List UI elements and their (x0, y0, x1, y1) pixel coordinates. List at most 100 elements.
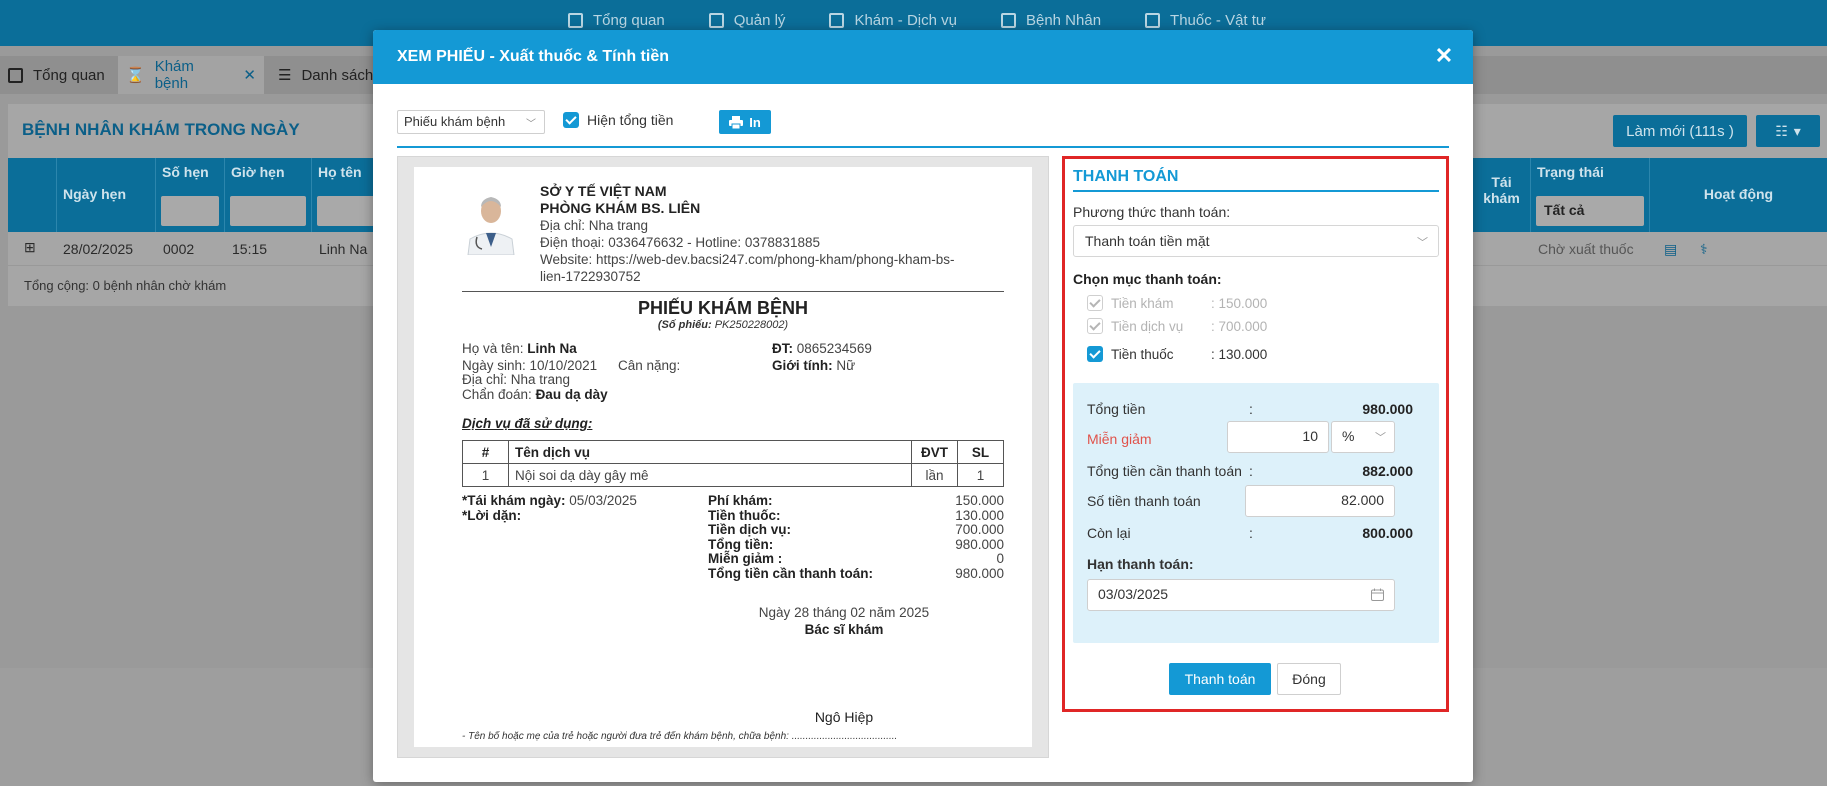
sum-value-payable: 980.000 (955, 566, 1004, 581)
colon: : (1249, 401, 1253, 417)
patient-diagnosis: Chẩn đoán: Đau dạ dày (462, 387, 608, 402)
gio-hen-filter[interactable] (230, 196, 306, 226)
cell-unit: lần (911, 463, 958, 487)
payment-method-select[interactable]: Thanh toán tiền mặt ﹀ (1073, 225, 1439, 257)
checkbox-icon (563, 112, 579, 128)
so-hen-filter[interactable] (161, 196, 219, 226)
nav-item-exam-service[interactable]: Khám - Dịch vụ (829, 12, 957, 29)
sum-label-exam-fee: Phí khám: (708, 493, 773, 508)
value: Nữ (836, 358, 856, 373)
option-label: Tiền thuốc (1111, 346, 1174, 362)
show-total-checkbox[interactable]: Hiện tổng tiền (563, 112, 673, 128)
document-type-select[interactable]: Phiếu khám bệnh ﹀ (397, 110, 545, 134)
column-toggle-button[interactable]: ☷ ▾ (1756, 115, 1820, 147)
document-icon[interactable]: ▤ (1664, 241, 1677, 258)
total-value: 980.000 (1362, 401, 1413, 417)
patient-phone: ĐT: 0865234569 (772, 341, 872, 356)
receipt-preview: SỞ Y TẾ VIỆT NAM PHÒNG KHÁM BS. LIÊN Địa… (397, 156, 1049, 758)
table-row: 1 Nội soi dạ dày gây mê lần 1 (462, 463, 1004, 487)
sum-value-total: 980.000 (955, 537, 1004, 552)
nav-item-management[interactable]: Quản lý (708, 12, 785, 29)
nav-item-patients[interactable]: Bệnh Nhân (1000, 12, 1102, 29)
patient-name: Họ và tên: Linh Na (462, 341, 577, 356)
ho-ten-filter[interactable] (317, 196, 376, 226)
nav-label: Tổng quan (593, 12, 665, 29)
close-tab-icon[interactable]: ✕ (243, 66, 256, 84)
column-label: Số hẹn (162, 164, 209, 180)
cell-ngay-hen: 28/02/2025 (63, 241, 134, 257)
column-gio-hen[interactable]: Giờ hẹn (225, 158, 312, 232)
option-label: Tiền khám (1111, 295, 1174, 311)
stethoscope-icon[interactable]: ⚕ (1700, 241, 1708, 258)
list-icon: ☰ (278, 67, 292, 84)
option-medicine-fee[interactable]: Tiền thuốc : 130.000 (1087, 346, 1267, 362)
option-amount: : 700.000 (1211, 318, 1268, 334)
chevron-down-icon: ﹀ (1417, 237, 1428, 249)
discount-unit-select[interactable]: % ﹀ (1331, 421, 1395, 453)
patient-weight: Cân nặng: (618, 358, 681, 373)
column-tai-kham[interactable]: Tái khám (1473, 158, 1531, 232)
status-filter[interactable]: Tất cả (1536, 196, 1644, 226)
pay-button[interactable]: Thanh toán (1169, 663, 1271, 695)
tab-exam[interactable]: ⌛ Khám bệnh ✕ (118, 56, 264, 94)
cell-ho-ten: Linh Na (319, 241, 368, 257)
recheck-date: *Tái khám ngày: 05/03/2025 (462, 493, 637, 508)
tab-list[interactable]: ☰ Danh sách (270, 56, 381, 94)
label: Họ và tên: (462, 341, 528, 356)
show-total-label: Hiện tổng tiền (587, 112, 674, 128)
close-button[interactable]: Đóng (1277, 663, 1341, 695)
option-amount: : 130.000 (1211, 346, 1268, 362)
column-hoat-dong: Hoạt động (1703, 186, 1774, 202)
nav-item-overview[interactable]: Tổng quan (568, 12, 665, 29)
payment-method-value: Thanh toán tiền mặt (1085, 233, 1210, 249)
patient-dob: Ngày sinh: 10/10/2021 (462, 358, 598, 373)
nav-label: Khám - Dịch vụ (854, 12, 957, 29)
sum-value-medicine: 130.000 (955, 508, 1004, 523)
users-icon (708, 13, 724, 28)
tab-overview[interactable]: Tổng quan (0, 56, 113, 94)
column-trang-thai[interactable]: Trạng thái Tất cả (1531, 158, 1650, 232)
guardian-footnote: - Tên bố hoặc mẹ của trẻ hoặc người đưa … (462, 731, 898, 742)
column-ho-ten[interactable]: Họ tên (312, 158, 382, 232)
sum-value-service: 700.000 (955, 522, 1004, 537)
sum-value-discount: 0 (996, 551, 1004, 566)
clinic-phone: Điện thoại: 0336476632 - Hotline: 037883… (540, 235, 820, 250)
checkbox-icon[interactable] (1087, 346, 1103, 362)
nav-label: Bệnh Nhân (1025, 12, 1102, 29)
cell-so-hen: 0002 (163, 241, 195, 257)
payment-items-label: Chọn mục thanh toán: (1073, 271, 1222, 287)
services-title: Dịch vụ đã sử dụng: (462, 416, 593, 431)
paid-amount-input[interactable]: 82.000 (1245, 485, 1395, 517)
paid-amount-label: Số tiền thanh toán (1087, 493, 1201, 509)
close-icon[interactable]: ✕ (1433, 45, 1455, 68)
expand-row-icon[interactable]: ⊞ (24, 239, 36, 256)
doctor-icon (829, 13, 845, 28)
tab-label: Khám bệnh (154, 58, 194, 92)
sign-role: Bác sĩ khám (804, 622, 884, 637)
sum-label-service: Tiền dịch vụ: (708, 522, 792, 537)
print-button[interactable]: In (719, 110, 771, 134)
column-so-hen[interactable]: Số hẹn (156, 158, 225, 232)
due-date-input[interactable]: 03/03/2025 (1087, 579, 1395, 611)
sign-date: Ngày 28 tháng 02 năm 2025 (758, 605, 930, 620)
chevron-down-icon: ﹀ (526, 119, 536, 130)
column-ngay-hen[interactable]: Ngày hẹn (57, 158, 156, 232)
doctor-photo (460, 187, 522, 255)
calendar-icon[interactable] (1371, 588, 1384, 601)
column-label: Trạng thái (1537, 164, 1604, 180)
cell-trang-thai: Chờ xuất thuốc (1538, 241, 1634, 257)
tab-label: Tổng quan (33, 66, 105, 84)
nav-label: Thuốc - Vật tư (1170, 12, 1266, 29)
list-icon: ☷ (1775, 122, 1788, 139)
print-label: In (749, 114, 761, 130)
patient-gender: Giới tính: Nữ (772, 358, 855, 373)
discount-input[interactable]: 10 (1227, 421, 1329, 453)
col-qty: SL (957, 440, 1004, 464)
sum-label-payable: Tổng tiền cần thanh toán: (708, 566, 873, 581)
org-name: SỞ Y TẾ VIỆT NAM (540, 183, 667, 199)
list-total: Tổng cộng: 0 bệnh nhân chờ khám (24, 278, 227, 293)
nav-item-medicine[interactable]: Thuốc - Vật tư (1145, 12, 1266, 29)
discount-label: Miễn giảm (1087, 431, 1152, 447)
sum-value-exam-fee: 150.000 (955, 493, 1004, 508)
refresh-button[interactable]: Làm mới (111s ) (1613, 115, 1747, 147)
